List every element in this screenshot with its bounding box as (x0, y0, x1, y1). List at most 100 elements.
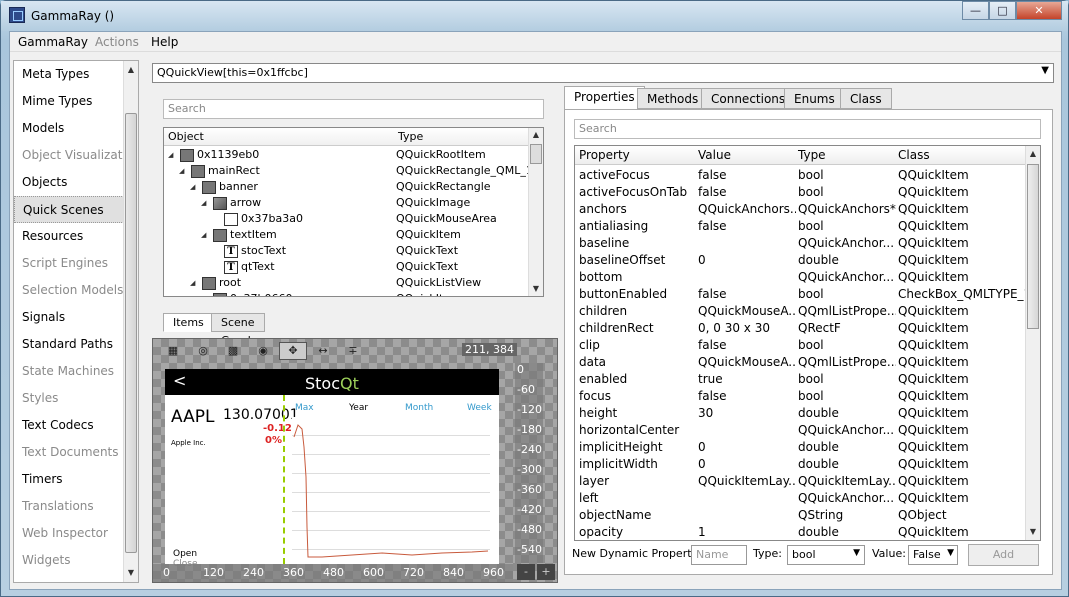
property-row[interactable]: implicitHeight 0 double QQuickItem (575, 439, 1026, 456)
tree-header-type[interactable]: Type (398, 130, 423, 143)
tree-row[interactable]: ◢ arrow QQuickImage (164, 195, 529, 211)
app-preview[interactable]: < StocQt AAPL 130.07001 Apple Inc. -0.12… (165, 369, 499, 569)
header-value[interactable]: Value (698, 148, 731, 162)
sidebar-item-object-visualizat[interactable]: Object Visualizat... (14, 142, 138, 169)
property-row[interactable]: enabled true bool QQuickItem (575, 371, 1026, 388)
tree-scrollbar[interactable]: ▲ ▼ (528, 128, 543, 296)
tab-class-info[interactable]: Class Info (840, 88, 892, 126)
visualize-changes-icon[interactable]: ◉ (249, 342, 277, 360)
dynamic-value-select[interactable]: False ▼ (908, 545, 958, 565)
expand-arrow-icon[interactable]: ◢ (201, 291, 210, 296)
close-button[interactable]: ✕ (1016, 1, 1062, 20)
property-row[interactable]: activeFocusOnTab false bool QQuickItem (575, 184, 1026, 201)
item-search-input[interactable]: Search (163, 99, 544, 119)
header-type[interactable]: Type (798, 148, 826, 162)
add-property-button[interactable]: Add (968, 544, 1039, 566)
expand-arrow-icon[interactable]: ◢ (179, 163, 188, 179)
tab-connections[interactable]: Connections (701, 88, 796, 109)
property-scrollbar[interactable]: ▲ ▼ (1025, 146, 1040, 540)
sidebar-item-timers[interactable]: Timers (14, 466, 138, 493)
visualize-overdraw-icon[interactable]: ◎ (189, 342, 217, 360)
property-row[interactable]: anchors QQuickAnchors... QQuickAnchors* QQu… (575, 201, 1026, 218)
tree-row[interactable]: ◢ mainRect QQuickRectangle_QML_1 (164, 163, 533, 179)
sidebar-item-styles[interactable]: Styles (14, 385, 138, 412)
property-row[interactable]: baselineOffset 0 double QQuickItem (575, 252, 1026, 269)
scroll-up-icon[interactable]: ▲ (530, 128, 542, 142)
tree-row[interactable]: ◢ banner QQuickRectangle (164, 179, 529, 195)
visualize-batches-icon[interactable]: ▩ (219, 342, 247, 360)
sidebar-item-resources[interactable]: Resources (14, 223, 138, 250)
tab-methods[interactable]: Methods (637, 88, 709, 109)
menu-help[interactable]: Help (151, 35, 178, 49)
range-year[interactable]: Year (349, 403, 368, 413)
header-class[interactable]: Class (898, 148, 930, 162)
scroll-down-icon[interactable]: ▼ (125, 566, 137, 580)
zoom-tool-icon[interactable]: ∓ (339, 342, 367, 360)
sidebar-item-objects[interactable]: Objects (14, 169, 138, 196)
sidebar-item-signals[interactable]: Signals (14, 304, 138, 331)
property-row[interactable]: focus false bool QQuickItem (575, 388, 1026, 405)
property-row[interactable]: height 30 double QQuickItem (575, 405, 1026, 422)
property-row[interactable]: activeFocus false bool QQuickItem (575, 167, 1026, 184)
property-row[interactable]: buttonEnabled false bool CheckBox_QMLTYPE_1 (575, 286, 1026, 303)
sidebar-item-widgets[interactable]: Widgets (14, 547, 138, 574)
back-arrow-icon[interactable]: < (173, 371, 186, 390)
property-row[interactable]: horizontalCenter QQuickAnchor... QQuickIte… (575, 422, 1026, 439)
menu-actions[interactable]: Actions (95, 35, 139, 49)
range-month[interactable]: Month (405, 403, 433, 413)
tree-row[interactable]: ◢ textItem QQuickItem (164, 227, 529, 243)
tab-scene-graph[interactable]: Scene Graph (211, 313, 265, 347)
tree-row[interactable]: TqtText QQuickText (164, 259, 529, 275)
measure-tool-icon[interactable]: ↔ (309, 342, 337, 360)
tree-row[interactable]: ◢ root QQuickListView (164, 275, 529, 291)
scroll-down-icon[interactable]: ▼ (1027, 525, 1039, 539)
tree-header-object[interactable]: Object (168, 130, 204, 143)
property-row[interactable]: bottom QQuickAnchor... QQuickItem (575, 269, 1026, 286)
scroll-up-icon[interactable]: ▲ (125, 63, 137, 77)
property-scroll-thumb[interactable] (1027, 164, 1039, 329)
property-row[interactable]: data QQuickMouseA... QQmlListPrope... QQuic… (575, 354, 1026, 371)
scroll-down-icon[interactable]: ▼ (530, 282, 542, 296)
move-tool-icon[interactable]: ✥ (279, 342, 307, 360)
sidebar-scrollbar[interactable]: ▲ ▼ (123, 61, 138, 582)
sidebar-item-text-documents[interactable]: Text Documents (14, 439, 138, 466)
property-row[interactable]: baseline QQuickAnchor... QQuickItem (575, 235, 1026, 252)
zoom-out-button[interactable]: - (517, 564, 535, 580)
sidebar-item-meta-types[interactable]: Meta Types (14, 61, 138, 88)
sidebar-item-text-codecs[interactable]: Text Codecs (14, 412, 138, 439)
property-row[interactable]: children QQuickMouseA... QQmlListPrope... Q… (575, 303, 1026, 320)
tree-row[interactable]: 0x37ba3a0 QQuickMouseArea (164, 211, 529, 227)
minimize-button[interactable]: — (962, 1, 989, 20)
title-bar[interactable]: GammaRay () — □ ✕ (1, 1, 1068, 31)
property-row[interactable]: objectName QString QObject (575, 507, 1026, 524)
sidebar-item-quick-scenes[interactable]: Quick Scenes (14, 196, 138, 223)
property-row[interactable]: antialiasing false bool QQuickItem (575, 218, 1026, 235)
tree-row[interactable]: ◢ 0x37b0660 QQuickItem (164, 291, 529, 296)
tree-row[interactable]: TstocText QQuickText (164, 243, 529, 259)
maximize-button[interactable]: □ (989, 1, 1016, 20)
tab-enums[interactable]: Enums (784, 88, 845, 109)
expand-arrow-icon[interactable]: ◢ (190, 179, 199, 195)
expand-arrow-icon[interactable]: ◢ (201, 195, 210, 211)
expand-arrow-icon[interactable]: ◢ (190, 275, 199, 291)
header-property[interactable]: Property (579, 148, 630, 162)
sidebar-item-script-engines[interactable]: Script Engines (14, 250, 138, 277)
tree-row[interactable]: ◢ 0x1139eb0 QQuickRootItem (164, 147, 529, 163)
sidebar-item-standard-paths[interactable]: Standard Paths (14, 331, 138, 358)
sidebar-item-models[interactable]: Models (14, 115, 138, 142)
tree-scroll-thumb[interactable] (530, 144, 542, 164)
sidebar-scroll-thumb[interactable] (125, 113, 137, 553)
sidebar-item-mime-types[interactable]: Mime Types (14, 88, 138, 115)
range-week[interactable]: Week (467, 403, 492, 413)
expand-arrow-icon[interactable]: ◢ (201, 227, 210, 243)
property-row[interactable]: childrenRect 0, 0 30 x 30 QRectF QQuickItem (575, 320, 1026, 337)
scene-preview[interactable]: ▦ ◎ ▩ ◉ ✥ ↔ ∓ 211, 384 < StocQt AAPL 130… (152, 338, 558, 583)
sidebar-item-translations[interactable]: Translations (14, 493, 138, 520)
property-row[interactable]: opacity 1 double QQuickItem (575, 524, 1026, 540)
tab-properties[interactable]: Properties (564, 86, 645, 110)
property-row[interactable]: implicitWidth 0 double QQuickItem (575, 456, 1026, 473)
scroll-up-icon[interactable]: ▲ (1027, 147, 1039, 161)
range-max[interactable]: Max (295, 403, 314, 413)
sidebar-item-state-machines[interactable]: State Machines (14, 358, 138, 385)
sidebar-item-selection-models[interactable]: Selection Models (14, 277, 138, 304)
